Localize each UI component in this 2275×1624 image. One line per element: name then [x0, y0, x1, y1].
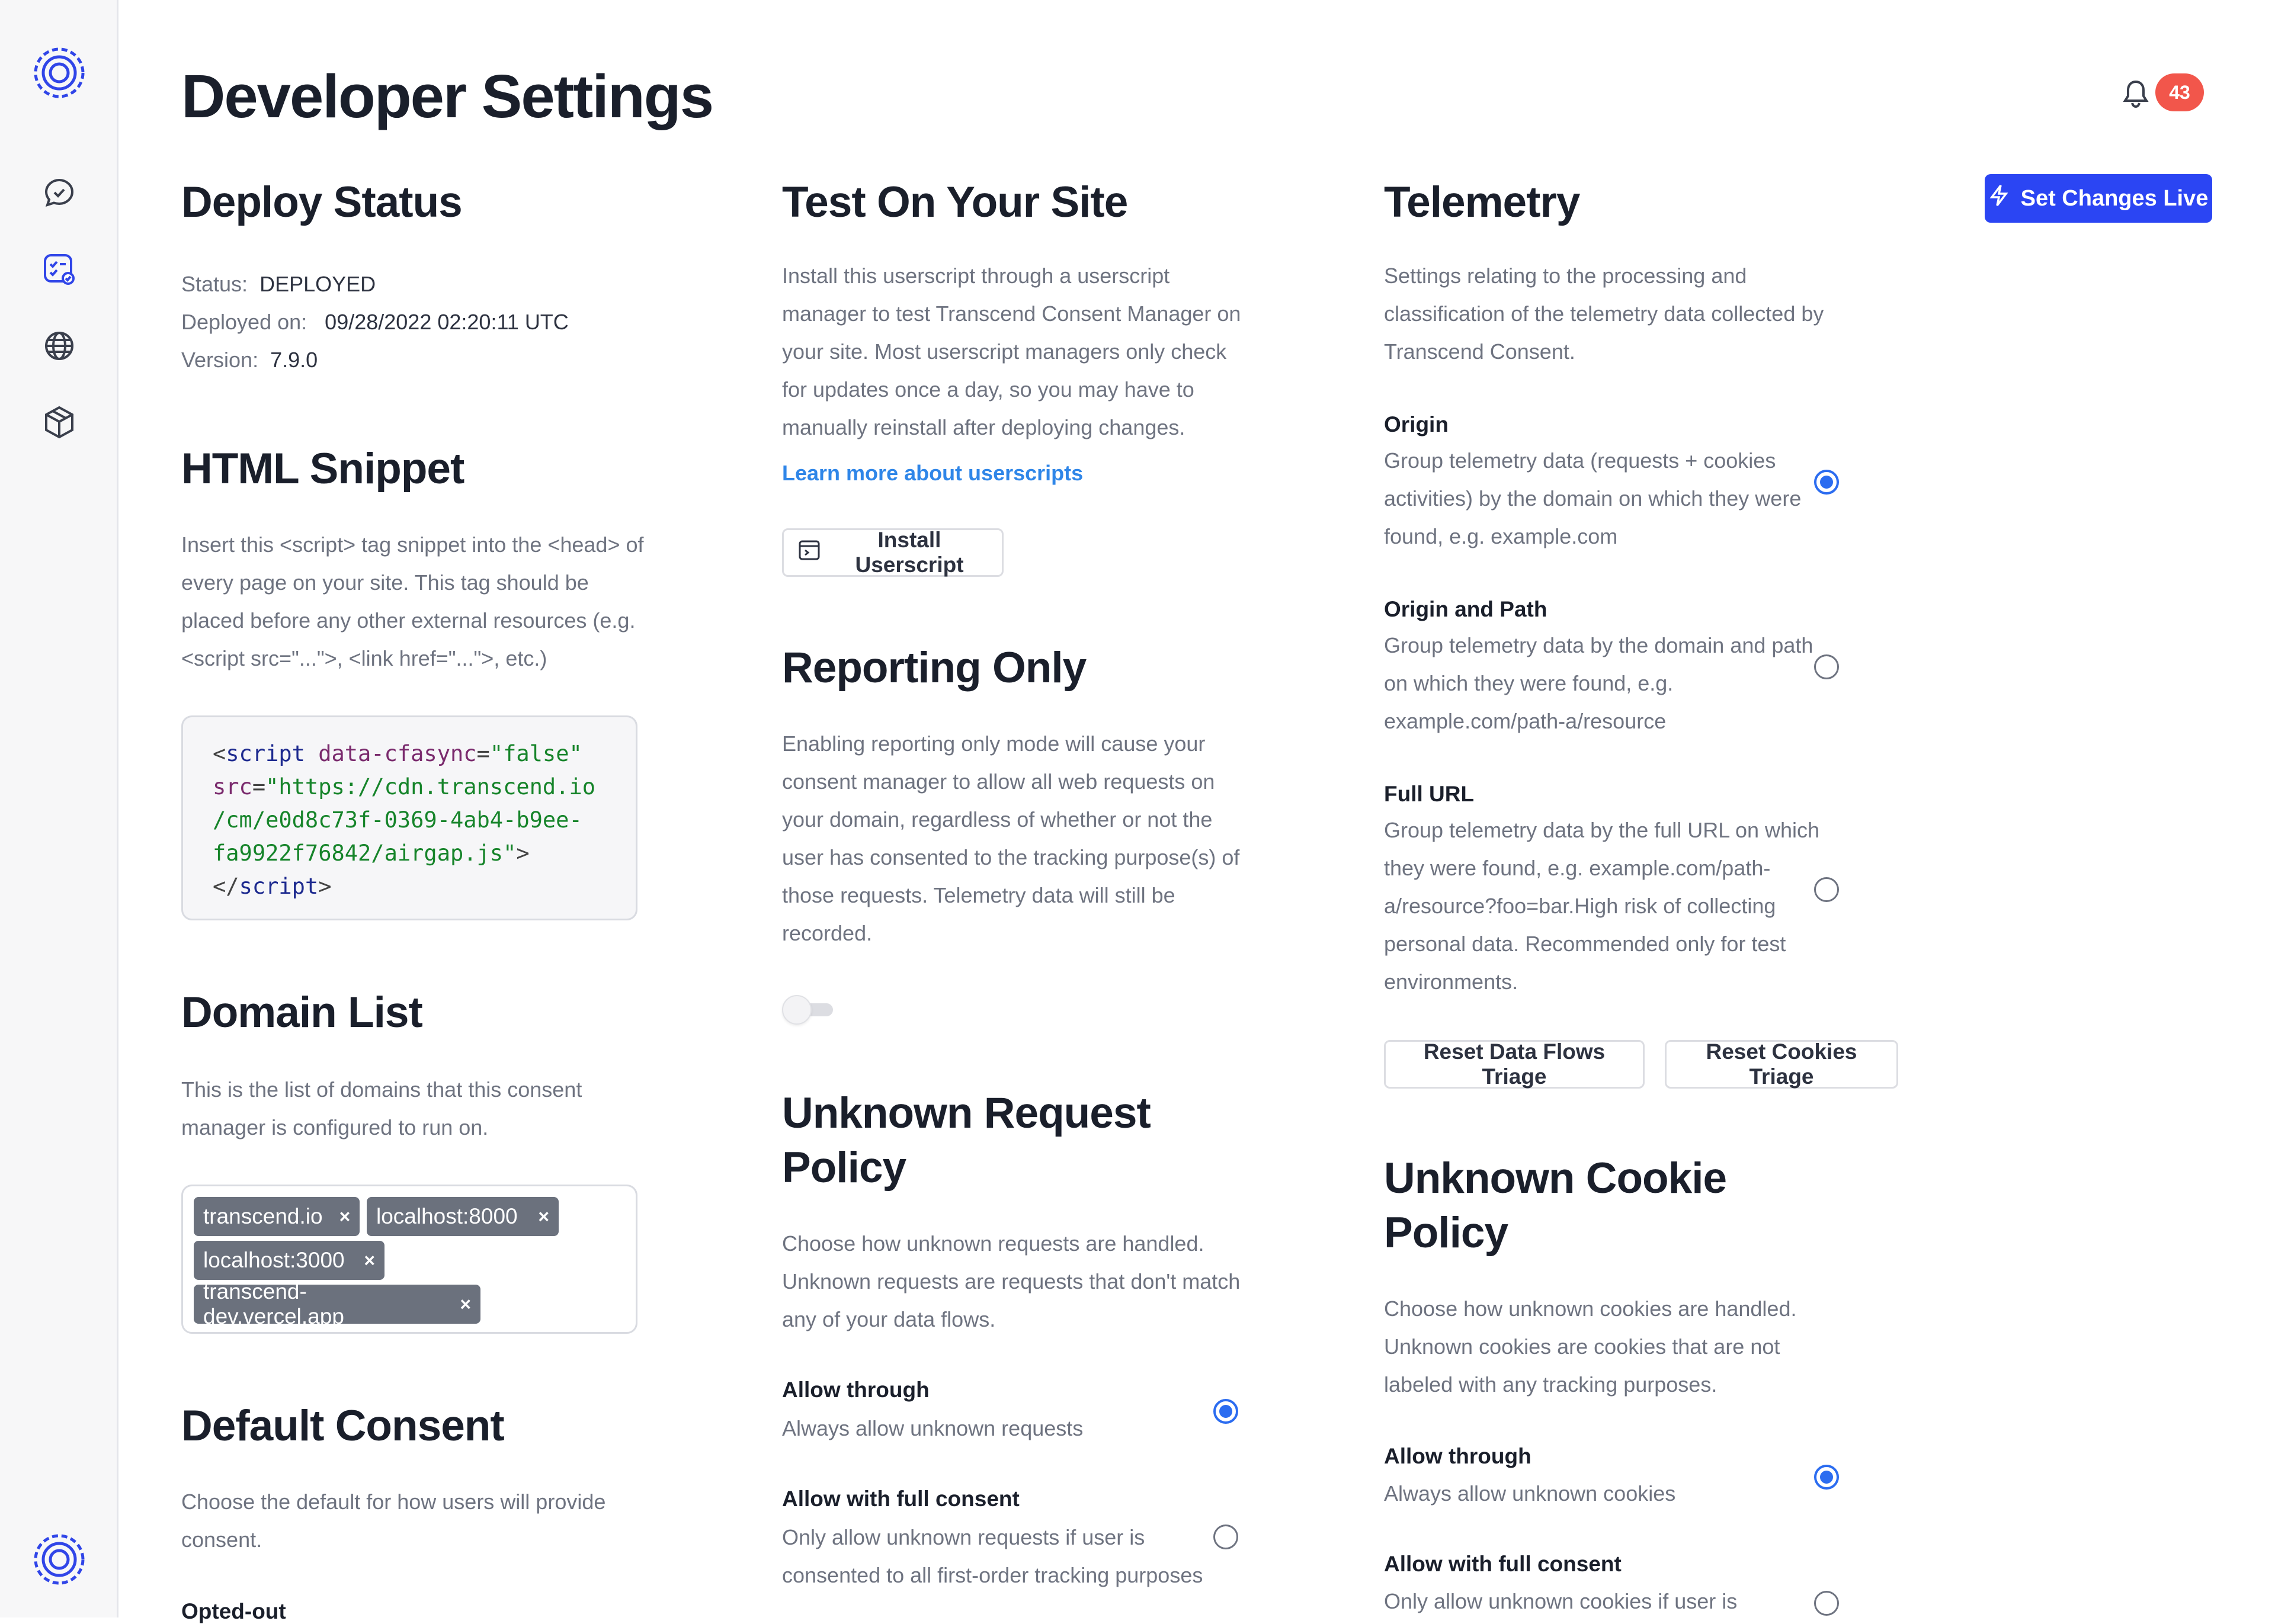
option-title: Allow with full consent — [1384, 1552, 1622, 1576]
option-title: Opted-out — [181, 1599, 286, 1623]
status-value: DEPLOYED — [259, 272, 376, 296]
domain-chip: transcend.io × — [194, 1197, 360, 1236]
remove-icon[interactable]: × — [460, 1294, 471, 1315]
package-icon[interactable] — [0, 405, 118, 439]
set-changes-live-button[interactable]: Set Changes Live — [1985, 174, 2212, 223]
telemetry-heading: Telemetry — [1384, 178, 1580, 226]
radio-origin[interactable] — [1814, 470, 1839, 495]
lightning-icon — [1989, 184, 2009, 213]
radio-full-consent-cookies[interactable] — [1814, 1591, 1839, 1616]
radio-origin-and-path[interactable] — [1814, 654, 1839, 679]
option-description: Always allow unknown cookies — [1384, 1481, 1676, 1506]
option-title: Allow through — [782, 1378, 930, 1402]
notification-badge[interactable]: 43 — [2155, 73, 2204, 111]
code-snippet[interactable]: <script data-cfasync="false" src="https:… — [181, 715, 637, 920]
option-description: Group telemetry data (requests + cookies… — [1384, 448, 1802, 548]
domain-input[interactable]: transcend.io × localhost:8000 × localhost:… — [181, 1185, 637, 1334]
domain-chip: localhost:8000 × — [367, 1197, 559, 1236]
deploy-status-heading: Deploy Status — [181, 178, 463, 226]
learn-more-userscripts-link[interactable]: Learn more about userscripts — [782, 461, 1083, 486]
radio-allow-through-cookies[interactable] — [1814, 1465, 1839, 1490]
install-userscript-button[interactable]: Install Userscript — [782, 528, 1004, 577]
page-title: Developer Settings — [181, 62, 714, 130]
domain-list-heading: Domain List — [181, 988, 423, 1036]
unknown-cookie-description: Choose how unknown cookies are handled. … — [1384, 1296, 1797, 1397]
remove-icon[interactable]: × — [538, 1206, 549, 1228]
domain-chip: transcend-dev.vercel.app × — [194, 1279, 480, 1328]
consent-icon[interactable] — [0, 252, 118, 287]
chat-icon[interactable] — [0, 176, 118, 210]
script-icon — [798, 540, 821, 566]
option-description: Only allow unknown cookies if user is — [1384, 1589, 1738, 1613]
bell-icon[interactable] — [2121, 78, 2151, 112]
logo-icon[interactable] — [0, 46, 118, 100]
option-description: Group telemetry data by the full URL on … — [1384, 818, 1820, 994]
domain-list-description: This is the list of domains that this co… — [181, 1077, 582, 1140]
unknown-request-description: Choose how unknown requests are handled.… — [782, 1231, 1241, 1331]
html-snippet-description: Insert this <script> tag snippet into th… — [181, 532, 644, 670]
option-title: Origin and Path — [1384, 597, 1547, 621]
reporting-only-heading: Reporting Only — [782, 644, 1087, 692]
test-site-description: Install this userscript through a usersc… — [782, 264, 1241, 439]
domain-chip: localhost:3000 × — [194, 1241, 384, 1280]
test-site-heading: Test On Your Site — [782, 178, 1128, 226]
telemetry-description: Settings relating to the processing and … — [1384, 264, 1824, 364]
reset-cookies-button[interactable]: Reset Cookies Triage — [1665, 1039, 1898, 1089]
sidebar — [0, 0, 118, 1617]
option-description: Group telemetry data by the domain and p… — [1384, 633, 1813, 733]
default-consent-heading: Default Consent — [181, 1402, 505, 1450]
default-consent-description: Choose the default for how users will pr… — [181, 1490, 606, 1552]
reset-data-flows-button[interactable]: Reset Data Flows Triage — [1384, 1039, 1645, 1089]
unknown-cookie-heading: Unknown Cookie Policy — [1384, 1154, 1727, 1257]
remove-icon[interactable]: × — [364, 1250, 375, 1272]
option-description: Always allow unknown requests — [782, 1416, 1084, 1440]
option-title: Allow with full consent — [782, 1487, 1020, 1511]
reporting-only-description: Enabling reporting only mode will cause … — [782, 731, 1240, 945]
reporting-only-toggle[interactable] — [782, 995, 839, 1025]
deployed-value: 09/28/2022 02:20:11 UTC — [325, 310, 569, 334]
deployed-row: Deployed on: 09/28/2022 02:20:11 UTC — [181, 310, 569, 334]
radio-full-url[interactable] — [1814, 877, 1839, 902]
option-title: Origin — [1384, 412, 1449, 437]
option-title: Allow through — [1384, 1444, 1531, 1468]
version-row: Version: 7.9.0 — [181, 348, 318, 372]
radio-full-consent-requests[interactable] — [1213, 1524, 1238, 1549]
globe-icon[interactable] — [0, 329, 118, 362]
logo-icon[interactable] — [0, 1533, 118, 1586]
status-row: Status: DEPLOYED — [181, 272, 376, 296]
html-snippet-heading: HTML Snippet — [181, 445, 464, 493]
radio-allow-through-requests[interactable] — [1213, 1399, 1238, 1424]
remove-icon[interactable]: × — [339, 1206, 351, 1228]
unknown-request-heading: Unknown Request Policy — [782, 1089, 1151, 1192]
version-value: 7.9.0 — [270, 348, 318, 372]
option-title: Full URL — [1384, 782, 1475, 806]
option-description: Only allow unknown requests if user is c… — [782, 1525, 1203, 1587]
